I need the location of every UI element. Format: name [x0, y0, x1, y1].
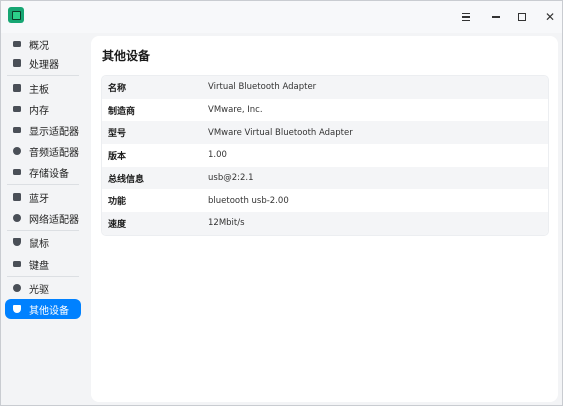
keyboard-icon: [9, 261, 25, 267]
row-key: 制造商: [108, 106, 136, 117]
maximize-icon: [518, 13, 526, 21]
sidebar-item-storage[interactable]: 存储设备: [5, 162, 81, 182]
page-title: 其他设备: [102, 49, 151, 63]
row-key: 型号: [108, 129, 127, 140]
minimize-button[interactable]: [487, 9, 505, 25]
close-button[interactable]: ✕: [541, 9, 559, 25]
title-bar: ✕: [1, 1, 562, 33]
sidebar-item-label: 概况: [29, 40, 49, 52]
sidebar-item-label: 键盘: [29, 260, 49, 272]
sidebar-item-label: 处理器: [29, 59, 59, 71]
display-adapter-icon: [9, 127, 25, 133]
sidebar-item-audio-adapter[interactable]: 音频适配器: [5, 141, 81, 161]
sidebar-item-label: 主板: [29, 84, 49, 96]
sidebar-item-other-devices[interactable]: 其他设备: [5, 299, 81, 319]
sidebar-item-label: 存储设备: [29, 168, 69, 180]
sidebar-item-label: 其他设备: [29, 305, 69, 317]
detail-panel: 其他设备 名称 Virtual Bluetooth Adapter 制造商 VM…: [91, 36, 558, 402]
audio-adapter-icon: [9, 147, 25, 155]
row-value: VMware Virtual Bluetooth Adapter: [208, 127, 353, 138]
sidebar-item-label: 音频适配器: [29, 147, 79, 159]
device-manager-window: ✕ 概况 处理器 主板 内存 显示适配器 音频适配器 存储设备 蓝牙 网络适配器…: [0, 0, 563, 406]
sidebar-item-label: 鼠标: [29, 238, 49, 250]
table-row: 型号 VMware Virtual Bluetooth Adapter: [102, 121, 548, 145]
divider: [7, 230, 79, 231]
row-key: 版本: [108, 151, 127, 162]
sidebar-item-bluetooth[interactable]: 蓝牙: [5, 187, 81, 207]
table-row: 速度 12Mbit/s: [102, 212, 548, 235]
sidebar-item-mouse[interactable]: 鼠标: [5, 232, 81, 252]
mouse-icon: [9, 238, 25, 246]
sidebar-item-label: 显示适配器: [29, 126, 79, 138]
row-value: Virtual Bluetooth Adapter: [208, 82, 317, 93]
row-key: 功能: [108, 197, 127, 208]
hamburger-icon: [462, 13, 470, 21]
sidebar-item-label: 蓝牙: [29, 193, 49, 205]
table-row: 名称 Virtual Bluetooth Adapter: [102, 76, 548, 99]
cpu-icon: [9, 59, 25, 67]
sidebar-item-label: 网络适配器: [29, 214, 79, 226]
device-info-table: 名称 Virtual Bluetooth Adapter 制造商 VMware,…: [101, 75, 549, 236]
close-icon: ✕: [544, 10, 556, 24]
overview-icon: [9, 41, 25, 47]
sidebar-item-memory[interactable]: 内存: [5, 99, 81, 119]
sidebar-item-label: 内存: [29, 105, 49, 117]
sidebar: 概况 处理器 主板 内存 显示适配器 音频适配器 存储设备 蓝牙 网络适配器 鼠…: [1, 33, 86, 405]
optical-drive-icon: [9, 284, 25, 292]
row-value: 12Mbit/s: [208, 218, 245, 229]
network-adapter-icon: [9, 214, 25, 222]
storage-icon: [9, 169, 25, 175]
row-value: 1.00: [208, 150, 227, 161]
sidebar-item-network-adapter[interactable]: 网络适配器: [5, 208, 81, 228]
sidebar-item-cpu[interactable]: 处理器: [5, 53, 81, 73]
motherboard-icon: [9, 84, 25, 92]
sidebar-item-motherboard[interactable]: 主板: [5, 78, 81, 98]
table-row: 版本 1.00: [102, 144, 548, 167]
memory-icon: [9, 106, 25, 112]
sidebar-item-label: 光驱: [29, 284, 49, 296]
row-key: 总线信息: [108, 174, 145, 185]
table-row: 总线信息 usb@2:2.1: [102, 166, 548, 190]
divider: [7, 276, 79, 277]
sidebar-item-optical-drive[interactable]: 光驱: [5, 278, 81, 298]
app-logo-icon: [8, 7, 24, 23]
row-key: 速度: [108, 219, 127, 230]
menu-button[interactable]: [457, 9, 475, 25]
divider: [7, 75, 79, 76]
row-key: 名称: [108, 83, 127, 94]
table-row: 制造商 VMware, Inc.: [102, 98, 548, 122]
sidebar-item-keyboard[interactable]: 键盘: [5, 254, 81, 274]
row-value: VMware, Inc.: [208, 105, 263, 116]
minimize-icon: [492, 16, 500, 18]
table-row: 功能 bluetooth usb-2.00: [102, 189, 548, 213]
row-value: usb@2:2.1: [208, 173, 254, 184]
row-value: bluetooth usb-2.00: [208, 195, 289, 206]
sidebar-item-overview[interactable]: 概况: [5, 34, 81, 54]
divider: [7, 184, 79, 185]
bluetooth-icon: [9, 193, 25, 201]
other-devices-icon: [9, 305, 25, 313]
maximize-button[interactable]: [513, 9, 531, 25]
sidebar-item-display-adapter[interactable]: 显示适配器: [5, 120, 81, 140]
